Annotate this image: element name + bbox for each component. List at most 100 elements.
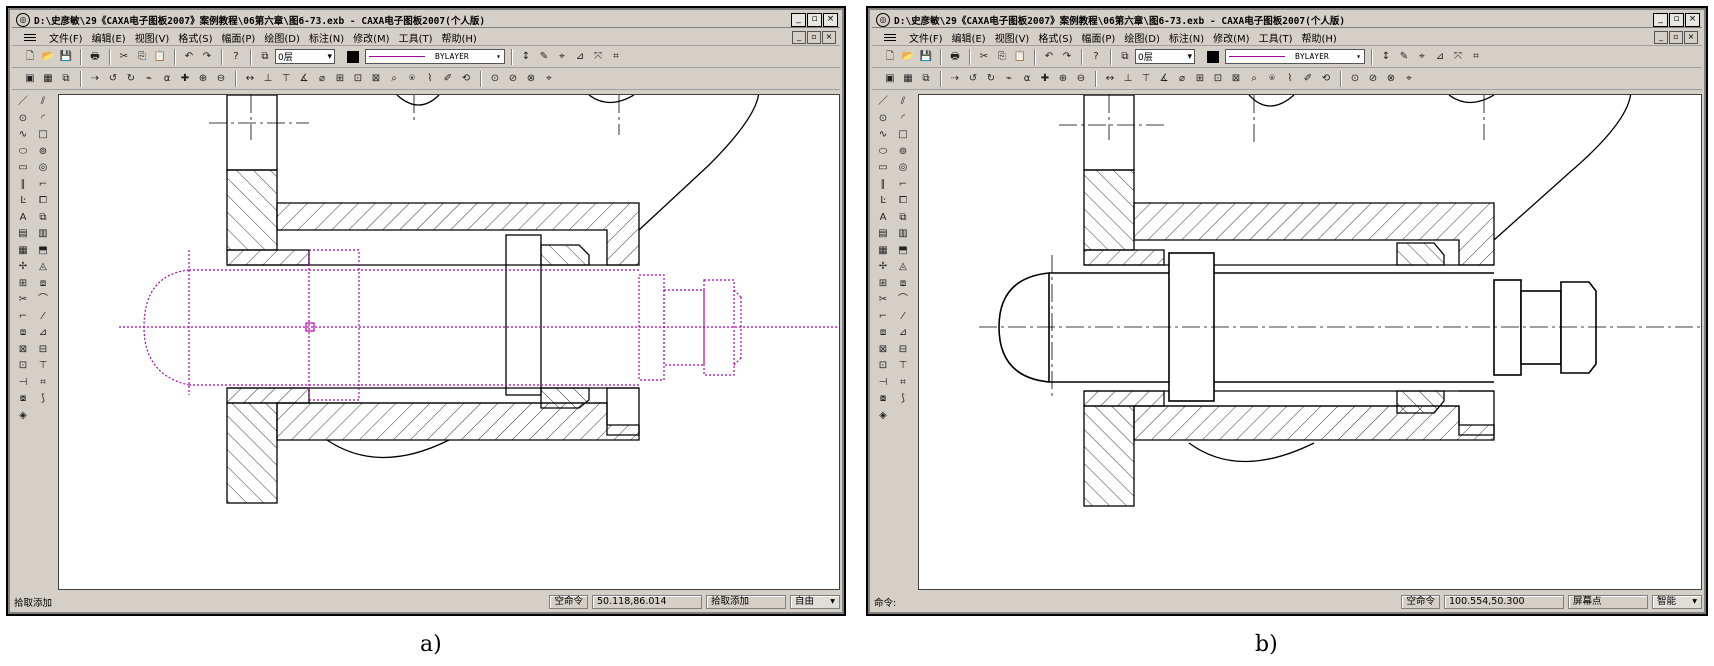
draw-tool-icon[interactable]: ⊤ — [34, 358, 52, 374]
draw-tool-icon[interactable]: ◜ — [894, 111, 912, 127]
draw-tool-icon[interactable]: ▥ — [894, 226, 912, 242]
view-tool-icon[interactable]: ⧉ — [918, 71, 934, 87]
tool-icon[interactable]: ⊿ — [572, 49, 588, 65]
draw-tool-icon[interactable]: ∿ — [874, 127, 892, 143]
draw-tool-icon[interactable]: ⊞ — [14, 276, 32, 292]
draw-tool-icon[interactable]: ⬭ — [14, 144, 32, 160]
view-tool-icon[interactable]: ⊤ — [1138, 71, 1154, 87]
draw-tool-icon[interactable]: Ŀ — [874, 193, 892, 209]
view-tool-icon[interactable]: ⊖ — [213, 71, 229, 87]
draw-tool-icon[interactable]: ⧉ — [894, 210, 912, 226]
view-tool-icon[interactable]: ⊥ — [260, 71, 276, 87]
draw-tool-icon[interactable]: ⊙ — [14, 111, 32, 127]
menu-draw[interactable]: 绘图(D) — [264, 30, 300, 45]
draw-tool-icon[interactable]: ∥ — [874, 177, 892, 193]
draw-tool-icon[interactable]: ⌐ — [874, 309, 892, 325]
tool-icon[interactable]: ⌖ — [1414, 49, 1430, 65]
linetype-select[interactable]: BYLAYER ▾ — [1225, 49, 1365, 64]
doc-minimize-button[interactable]: _ — [1654, 30, 1668, 44]
view-tool-icon[interactable]: ⍟ — [1264, 71, 1280, 87]
menu-file[interactable]: 文件(F) — [49, 30, 83, 45]
view-tool-icon[interactable]: ⊥ — [1120, 71, 1136, 87]
draw-tool-icon[interactable]: ⧈ — [874, 325, 892, 341]
view-tool-icon[interactable]: ✐ — [1300, 71, 1316, 87]
view-tool-icon[interactable]: ↻ — [983, 71, 999, 87]
save-icon[interactable]: 💾 — [918, 49, 934, 65]
undo-icon[interactable]: ↶ — [181, 49, 197, 65]
draw-tool-icon[interactable]: ⊡ — [14, 358, 32, 374]
view-tool-icon[interactable]: ✚ — [177, 71, 193, 87]
draw-tool-icon[interactable]: A — [14, 210, 32, 226]
draw-tool-icon[interactable]: ⌐ — [34, 177, 52, 193]
view-tool-icon[interactable]: ⌇ — [422, 71, 438, 87]
menu-tools[interactable]: 工具(T) — [399, 30, 433, 45]
draw-tool-icon[interactable]: ⁄ — [894, 309, 912, 325]
draw-tool-icon[interactable]: Ŀ — [14, 193, 32, 209]
view-tool-icon[interactable]: ⊘ — [505, 71, 521, 87]
menu-help[interactable]: 帮助(H) — [442, 30, 477, 45]
tool-icon[interactable]: ⊿ — [1432, 49, 1448, 65]
close-button[interactable]: × — [1685, 12, 1700, 27]
draw-tool-icon[interactable]: ∿ — [14, 127, 32, 143]
view-tool-icon[interactable]: ⇢ — [947, 71, 963, 87]
help-icon[interactable]: ? — [228, 49, 244, 65]
doc-restore-button[interactable]: ▫ — [807, 30, 821, 44]
draw-tool-icon[interactable]: ⌒ — [34, 292, 52, 308]
new-file-icon[interactable]: 🗋 — [882, 49, 898, 65]
view-tool-icon[interactable]: ▦ — [40, 71, 56, 87]
view-tool-icon[interactable]: ⊤ — [278, 71, 294, 87]
tool-icon[interactable]: ⤧ — [1450, 49, 1466, 65]
cut-icon[interactable]: ✂ — [976, 49, 992, 65]
draw-tool-icon[interactable]: ▤ — [874, 226, 892, 242]
draw-tool-icon[interactable]: ／ — [874, 94, 892, 110]
doc-close-button[interactable]: × — [822, 30, 836, 44]
draw-tool-icon[interactable]: ▥ — [34, 226, 52, 242]
view-tool-icon[interactable]: ⊞ — [332, 71, 348, 87]
draw-tool-icon[interactable]: ✢ — [874, 259, 892, 275]
draw-tool-icon[interactable]: A — [874, 210, 892, 226]
menu-edit[interactable]: 编辑(E) — [92, 30, 126, 45]
minimize-button[interactable]: _ — [1653, 12, 1668, 27]
draw-tool-icon[interactable]: ⧇ — [874, 391, 892, 407]
view-tool-icon[interactable]: ∡ — [296, 71, 312, 87]
view-tool-icon[interactable]: ⌇ — [1282, 71, 1298, 87]
open-icon[interactable]: 📂 — [900, 49, 916, 65]
draw-tool-icon[interactable]: ⬭ — [874, 144, 892, 160]
draw-tool-icon[interactable]: ✢ — [14, 259, 32, 275]
draw-tool-icon[interactable]: ⌐ — [14, 309, 32, 325]
view-tool-icon[interactable]: ⇢ — [87, 71, 103, 87]
tool-icon[interactable]: ⤧ — [590, 49, 606, 65]
doc-close-button[interactable]: × — [1684, 30, 1698, 44]
draw-tool-icon[interactable]: ✂ — [14, 292, 32, 308]
menu-modify[interactable]: 修改(M) — [353, 30, 389, 45]
view-tool-icon[interactable]: ▣ — [882, 71, 898, 87]
draw-tool-icon[interactable]: ⊡ — [874, 358, 892, 374]
snap-mode-select[interactable]: 自由 ▾ — [790, 595, 840, 609]
print-icon[interactable]: 🖶 — [87, 49, 103, 65]
redo-icon[interactable]: ↷ — [1059, 49, 1075, 65]
menu-draw[interactable]: 绘图(D) — [1124, 30, 1160, 45]
draw-tool-icon[interactable]: ⌗ — [894, 375, 912, 391]
print-icon[interactable]: 🖶 — [947, 49, 963, 65]
view-tool-icon[interactable]: ↺ — [105, 71, 121, 87]
menu-dimension[interactable]: 标注(N) — [1169, 30, 1204, 45]
draw-tool-icon[interactable]: ◎ — [34, 160, 52, 176]
layers-icon[interactable]: ⧉ — [257, 49, 273, 65]
draw-tool-icon[interactable]: ⊿ — [894, 325, 912, 341]
view-tool-icon[interactable]: ⊡ — [1210, 71, 1226, 87]
paste-icon[interactable]: 📋 — [1012, 49, 1028, 65]
tool-icon[interactable]: ✎ — [536, 49, 552, 65]
view-tool-icon[interactable]: ⍟ — [404, 71, 420, 87]
draw-tool-icon[interactable]: ⧠ — [34, 193, 52, 209]
view-tool-icon[interactable]: ▦ — [900, 71, 916, 87]
draw-tool-icon[interactable]: ⊠ — [14, 342, 32, 358]
view-tool-icon[interactable]: ⟲ — [458, 71, 474, 87]
draw-tool-icon[interactable]: ／ — [14, 94, 32, 110]
draw-tool-icon[interactable]: ◈ — [874, 408, 892, 424]
view-tool-icon[interactable]: ⌖ — [1401, 71, 1417, 87]
view-tool-icon[interactable]: ⊕ — [1055, 71, 1071, 87]
color-swatch[interactable] — [347, 50, 359, 63]
view-tool-icon[interactable]: ⟲ — [1318, 71, 1334, 87]
view-tool-icon[interactable]: ∡ — [1156, 71, 1172, 87]
minimize-button[interactable]: _ — [791, 12, 806, 27]
